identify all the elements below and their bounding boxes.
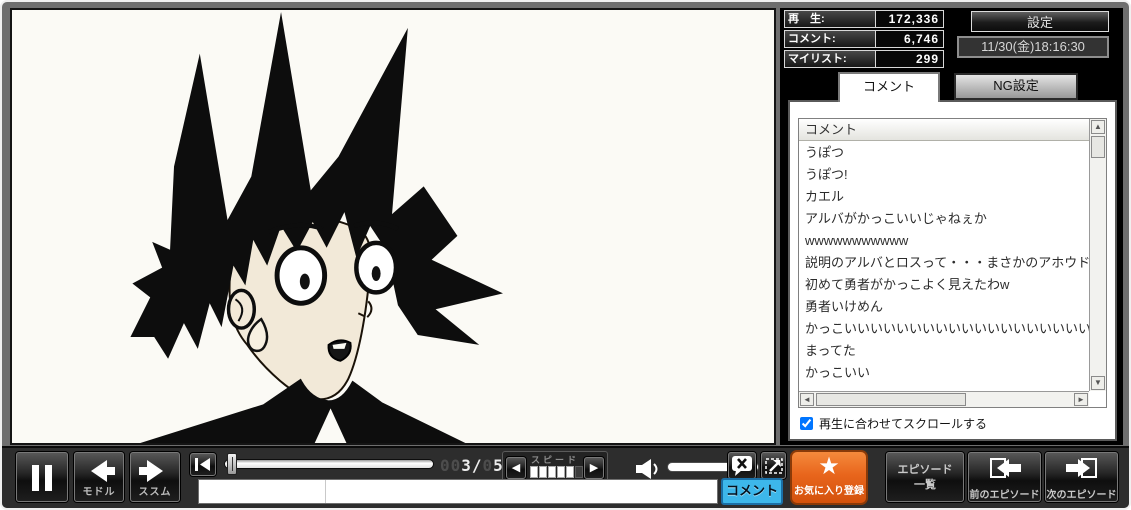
comment-row[interactable]: カエル: [799, 186, 1089, 208]
video-stats: 再 生: 172,336 コメント: 6,746 マイリスト: 299: [784, 10, 944, 70]
comment-list-header: コメント: [799, 119, 1089, 141]
comment-row[interactable]: まってた: [799, 340, 1089, 362]
counter-dim: 00: [440, 456, 461, 475]
back-button-label: モドル: [75, 483, 123, 498]
horizontal-scrollbar[interactable]: ◄ ►: [799, 391, 1089, 407]
comment-row[interactable]: 説明のアルバとロスって・・・まさかのアホウドリ?: [799, 252, 1089, 274]
info-panel: 再 生: 172,336 コメント: 6,746 マイリスト: 299 設定 1…: [780, 8, 1123, 445]
horizontal-scroll-thumb[interactable]: [816, 393, 966, 406]
speed-up-button[interactable]: ▶: [584, 457, 604, 479]
autoscroll-option: 再生に合わせてスクロールする: [800, 415, 987, 432]
stat-label: コメント:: [785, 31, 876, 47]
video-screen[interactable]: [10, 8, 776, 445]
speed-segment: [539, 466, 547, 478]
comment-panel: コメント うぽつ うぽつ! カエル アルバがかっこいいじゃねぇか wwwwwww…: [788, 100, 1117, 441]
resize-button[interactable]: [761, 452, 786, 479]
comment-list-items: うぽつ うぽつ! カエル アルバがかっこいいじゃねぇか wwwwwwwwwww …: [799, 142, 1089, 391]
comment-visibility-toggle-button[interactable]: [728, 452, 756, 479]
datetime-display: 11/30(金)18:16:30: [957, 36, 1109, 58]
star-icon: ★: [792, 452, 866, 482]
autoscroll-label: 再生に合わせてスクロールする: [819, 415, 987, 432]
forward-button-label: ススム: [131, 483, 179, 498]
scroll-up-icon[interactable]: ▲: [1091, 120, 1105, 134]
scroll-down-icon[interactable]: ▼: [1091, 376, 1105, 390]
speed-segment: [566, 466, 574, 478]
counter-dim: 0: [483, 456, 494, 475]
settings-button[interactable]: 設定: [971, 11, 1109, 32]
comment-row[interactable]: wwwwwwwwwww: [799, 230, 1089, 252]
comment-row[interactable]: うぽつ: [799, 142, 1089, 164]
seek-handle[interactable]: [227, 453, 237, 475]
next-episode-label: 次のエピソード: [1046, 486, 1117, 501]
video-frame-character: [12, 10, 774, 443]
resize-icon: [763, 454, 785, 477]
prev-episode-icon: [985, 457, 1025, 481]
next-episode-button[interactable]: 次のエピソード: [1045, 452, 1118, 502]
speed-segment: [575, 466, 583, 478]
comment-list: コメント うぽつ うぽつ! カエル アルバがかっこいいじゃねぇか wwwwwww…: [798, 118, 1107, 408]
volume-icon: [634, 458, 662, 480]
episode-list-label-line1: エピソード: [887, 463, 963, 478]
speed-control: スピード ◀ ▶: [502, 451, 608, 482]
vertical-scroll-thumb[interactable]: [1091, 136, 1105, 158]
counter-current: 3/: [461, 456, 482, 475]
add-favorite-button[interactable]: ★ お気に入り登録: [790, 450, 868, 505]
stat-row: コメント: 6,746: [784, 30, 944, 48]
autoscroll-checkbox[interactable]: [800, 417, 813, 430]
stat-row: 再 生: 172,336: [784, 10, 944, 28]
arrow-left-icon: [79, 457, 119, 485]
comment-row[interactable]: うぽつ!: [799, 164, 1089, 186]
stat-row: マイリスト: 299: [784, 50, 944, 68]
stat-label: マイリスト:: [785, 51, 876, 67]
comment-row[interactable]: 勇者いけめん: [799, 296, 1089, 318]
comment-send-button[interactable]: コメント: [721, 478, 783, 505]
episode-list-button[interactable]: エピソード 一覧: [886, 452, 964, 502]
character-ear: [229, 290, 255, 328]
comment-off-icon: [730, 454, 754, 477]
control-bar: モドル ススム 003/052 スピード ◀ ▶: [2, 446, 1129, 508]
speed-segment: [530, 466, 538, 478]
scroll-right-icon[interactable]: ►: [1074, 393, 1088, 406]
vertical-scrollbar[interactable]: ▲ ▼: [1089, 119, 1106, 391]
episode-list-label-line2: 一覧: [887, 478, 963, 493]
video-player-window: 再 生: 172,336 コメント: 6,746 マイリスト: 299 設定 1…: [0, 0, 1131, 510]
pause-button[interactable]: [16, 452, 68, 502]
skip-to-start-button[interactable]: [190, 453, 216, 476]
next-episode-icon: [1062, 457, 1102, 481]
prev-episode-button[interactable]: 前のエピソード: [968, 452, 1041, 502]
stat-value: 6,746: [876, 31, 943, 47]
prev-episode-label: 前のエピソード: [969, 486, 1040, 501]
comment-text-input[interactable]: [326, 480, 717, 503]
speed-segment: [557, 466, 565, 478]
tab-comment[interactable]: コメント: [838, 72, 940, 102]
speed-down-button[interactable]: ◀: [506, 457, 526, 479]
tab-ng-settings[interactable]: NG設定: [954, 73, 1078, 100]
comment-row[interactable]: アルバがかっこいいじゃねぇか: [799, 208, 1089, 230]
comment-row[interactable]: かっこいい: [799, 362, 1089, 384]
scroll-left-icon[interactable]: ◄: [800, 393, 814, 406]
add-favorite-label: お気に入り登録: [792, 482, 866, 497]
stat-label: 再 生:: [785, 11, 876, 27]
skip-start-icon: [192, 456, 214, 473]
arrow-right-icon: [135, 457, 175, 485]
stat-value: 172,336: [876, 11, 943, 27]
speed-segment: [548, 466, 556, 478]
character-shoulders: [140, 379, 465, 443]
seek-bar[interactable]: [224, 459, 434, 469]
back-button[interactable]: モドル: [74, 452, 124, 502]
comment-row[interactable]: かっこいいいいいいいいいいいいいいいいいいいいいいいいいい: [799, 318, 1089, 340]
stat-value: 299: [876, 51, 943, 67]
forward-button[interactable]: ススム: [130, 452, 180, 502]
comment-row[interactable]: 初めて勇者がかっこよく見えたわw: [799, 274, 1089, 296]
pause-icon: [25, 461, 59, 495]
comment-command-input[interactable]: [199, 480, 326, 503]
comment-input-area: [198, 479, 718, 504]
